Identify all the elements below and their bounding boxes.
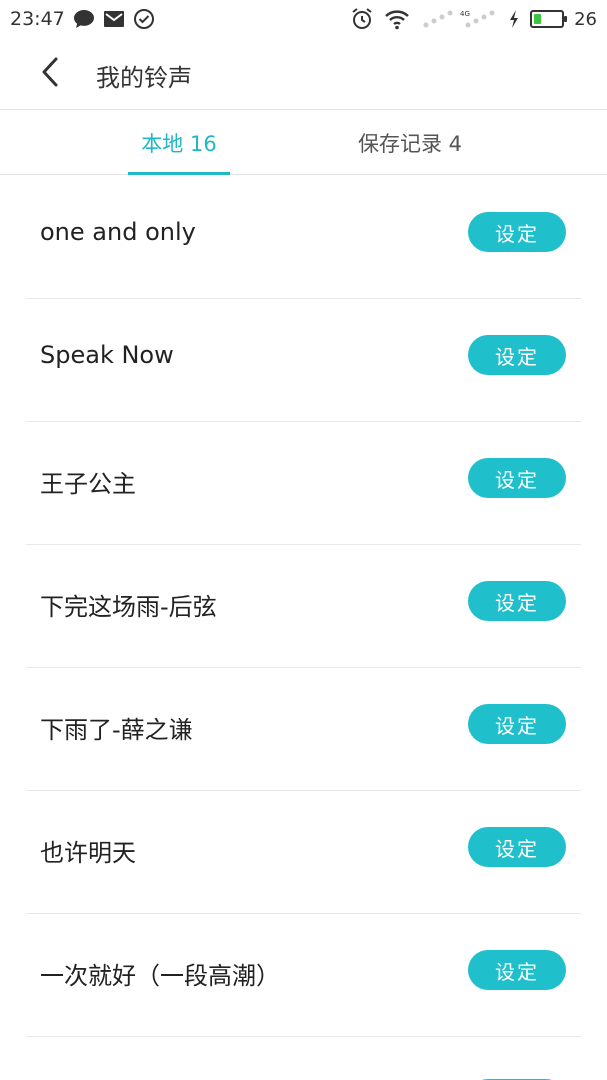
- set-ringtone-button[interactable]: 设定: [468, 458, 566, 498]
- active-tab-indicator: [128, 172, 230, 175]
- back-button[interactable]: [30, 54, 70, 94]
- charging-icon: [508, 9, 520, 29]
- chat-bubble-icon: [73, 9, 95, 29]
- tab-local[interactable]: 本地 16: [128, 111, 230, 175]
- list-item[interactable]: Speak Now 设定: [0, 299, 607, 422]
- list-item[interactable]: 下完这场雨-后弦 设定: [0, 545, 607, 668]
- set-ringtone-button[interactable]: 设定: [468, 212, 566, 252]
- chevron-left-icon: [39, 56, 61, 92]
- status-bar: 23:47 4G 26: [0, 0, 607, 38]
- battery-icon: [530, 10, 568, 28]
- list-item-partial[interactable]: [0, 1037, 607, 1080]
- status-time: 23:47: [10, 8, 65, 30]
- ringtone-list: one and only 设定 Speak Now 设定 王子公主 设定 下完这…: [0, 176, 607, 1080]
- mail-icon: [103, 10, 125, 28]
- set-ringtone-button[interactable]: 设定: [468, 335, 566, 375]
- ringtone-title: 下完这场雨-后弦: [40, 593, 217, 621]
- status-right: 4G 26: [350, 6, 597, 32]
- tab-saved-records[interactable]: 保存记录 4: [340, 111, 480, 175]
- ringtone-title: Speak Now: [40, 341, 174, 369]
- ringtone-title: 一次就好（一段高潮）: [40, 962, 280, 990]
- battery-level: 26: [574, 8, 597, 30]
- tab-bar: 本地 16 保存记录 4: [0, 111, 607, 175]
- ringtone-title: 下雨了-薛之谦: [40, 716, 193, 744]
- ringtone-title: 也许明天: [40, 839, 136, 867]
- ringtone-title: one and only: [40, 218, 196, 246]
- status-left: 23:47: [10, 6, 155, 32]
- list-item[interactable]: one and only 设定: [0, 176, 607, 299]
- signal-4g-icon: 4G: [420, 7, 498, 31]
- list-item[interactable]: 也许明天 设定: [0, 791, 607, 914]
- set-ringtone-button[interactable]: 设定: [468, 704, 566, 744]
- alarm-icon: [350, 7, 374, 31]
- page-title: 我的铃声: [96, 64, 192, 92]
- set-ringtone-button[interactable]: 设定: [468, 827, 566, 867]
- check-circle-icon: [133, 8, 155, 30]
- list-item[interactable]: 王子公主 设定: [0, 422, 607, 545]
- wifi-icon: [384, 8, 410, 30]
- list-item[interactable]: 下雨了-薛之谦 设定: [0, 668, 607, 791]
- svg-text:4G: 4G: [460, 10, 470, 18]
- ringtone-title: 王子公主: [40, 470, 136, 498]
- set-ringtone-button[interactable]: 设定: [468, 581, 566, 621]
- set-ringtone-button[interactable]: 设定: [468, 950, 566, 990]
- list-item[interactable]: 一次就好（一段高潮） 设定: [0, 914, 607, 1037]
- battery-fill: [534, 14, 541, 24]
- header-bar: 我的铃声: [0, 38, 607, 110]
